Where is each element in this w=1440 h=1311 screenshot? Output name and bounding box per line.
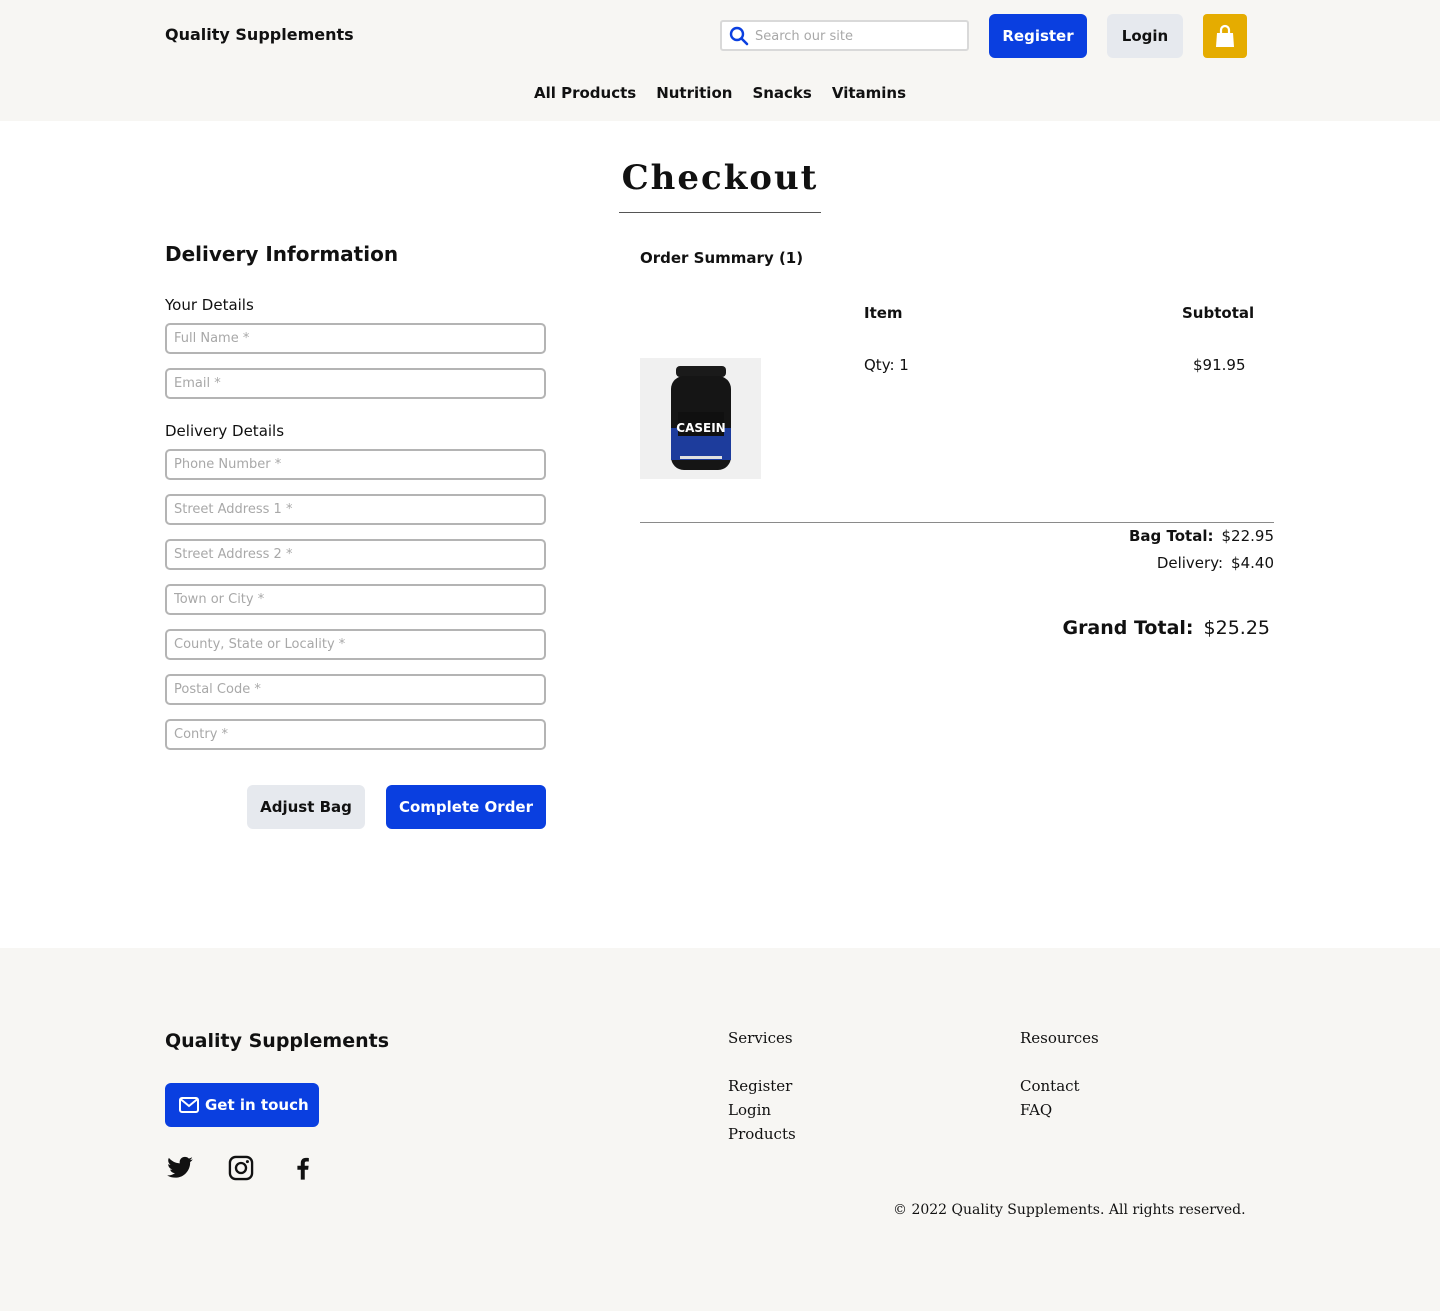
shopping-bag-icon [1216,24,1234,47]
complete-order-button[interactable]: Complete Order [386,785,546,829]
delivery-details-label: Delivery Details [165,422,285,440]
nav-all-products[interactable]: All Products [534,84,636,102]
subtotal-column-header: Subtotal [1182,304,1255,322]
street-address-2-field[interactable] [165,539,546,570]
email-field[interactable] [165,368,546,399]
shopping-bag-button[interactable] [1203,14,1247,58]
get-in-touch-label: Get in touch [205,1096,309,1114]
grand-total-row: Grand Total: $25.25 [1062,617,1270,639]
main-nav: All Products Nutrition Snacks Vitamins [0,84,1440,102]
town-field[interactable] [165,584,546,615]
site-footer [0,948,1440,1311]
brand-logo[interactable]: Quality Supplements [165,25,354,44]
footer-link-products[interactable]: Products [728,1125,796,1143]
delivery-row: Delivery: $4.40 [1157,554,1274,572]
product-image[interactable]: CASEIN [640,358,761,479]
item-price: $91.95 [1193,356,1246,374]
delivery-value: $4.40 [1231,554,1274,572]
twitter-icon[interactable] [166,1154,194,1182]
title-divider [619,212,821,213]
item-quantity: Qty: 1 [864,356,909,374]
mail-icon [179,1097,199,1113]
footer-link-contact[interactable]: Contact [1020,1077,1080,1095]
footer-link-register[interactable]: Register [728,1077,792,1095]
your-details-label: Your Details [165,296,254,314]
delivery-info-heading: Delivery Information [165,242,399,266]
item-column-header: Item [864,304,903,322]
bag-total-row: Bag Total: $22.95 [1129,527,1274,545]
grand-total-label: Grand Total: [1062,617,1194,639]
search-icon[interactable] [729,26,749,46]
site-header: Quality Supplements Register Login All P… [0,0,1440,121]
county-field[interactable] [165,629,546,660]
country-field[interactable] [165,719,546,750]
bag-total-label: Bag Total: [1129,527,1214,545]
delivery-label: Delivery: [1156,554,1224,572]
bag-total-value: $22.95 [1221,527,1275,545]
search-box[interactable] [720,20,969,51]
instagram-icon[interactable] [227,1154,255,1182]
protein-tub-image: CASEIN [671,366,731,470]
login-button[interactable]: Login [1107,14,1183,58]
facebook-icon[interactable] [289,1154,317,1182]
get-in-touch-button[interactable]: Get in touch [165,1083,319,1127]
copyright-text: © 2022 Quality Supplements. All rights r… [893,1202,1246,1218]
footer-resources-heading: Resources [1020,1029,1099,1047]
postal-code-field[interactable] [165,674,546,705]
page-title: Checkout [621,158,819,198]
svg-text:CASEIN: CASEIN [676,421,725,435]
footer-brand: Quality Supplements [165,1030,390,1052]
phone-field[interactable] [165,449,546,480]
search-input[interactable] [755,26,960,46]
grand-total-value: $25.25 [1203,617,1270,639]
nav-snacks[interactable]: Snacks [752,84,811,102]
footer-services-heading: Services [728,1029,793,1047]
street-address-1-field[interactable] [165,494,546,525]
nav-nutrition[interactable]: Nutrition [656,84,732,102]
footer-link-faq[interactable]: FAQ [1020,1101,1052,1119]
adjust-bag-button[interactable]: Adjust Bag [247,785,365,829]
nav-vitamins[interactable]: Vitamins [832,84,906,102]
register-button[interactable]: Register [989,14,1087,58]
full-name-field[interactable] [165,323,546,354]
order-summary-heading: Order Summary (1) [640,249,804,267]
footer-link-login[interactable]: Login [728,1101,771,1119]
summary-divider [640,522,1274,523]
